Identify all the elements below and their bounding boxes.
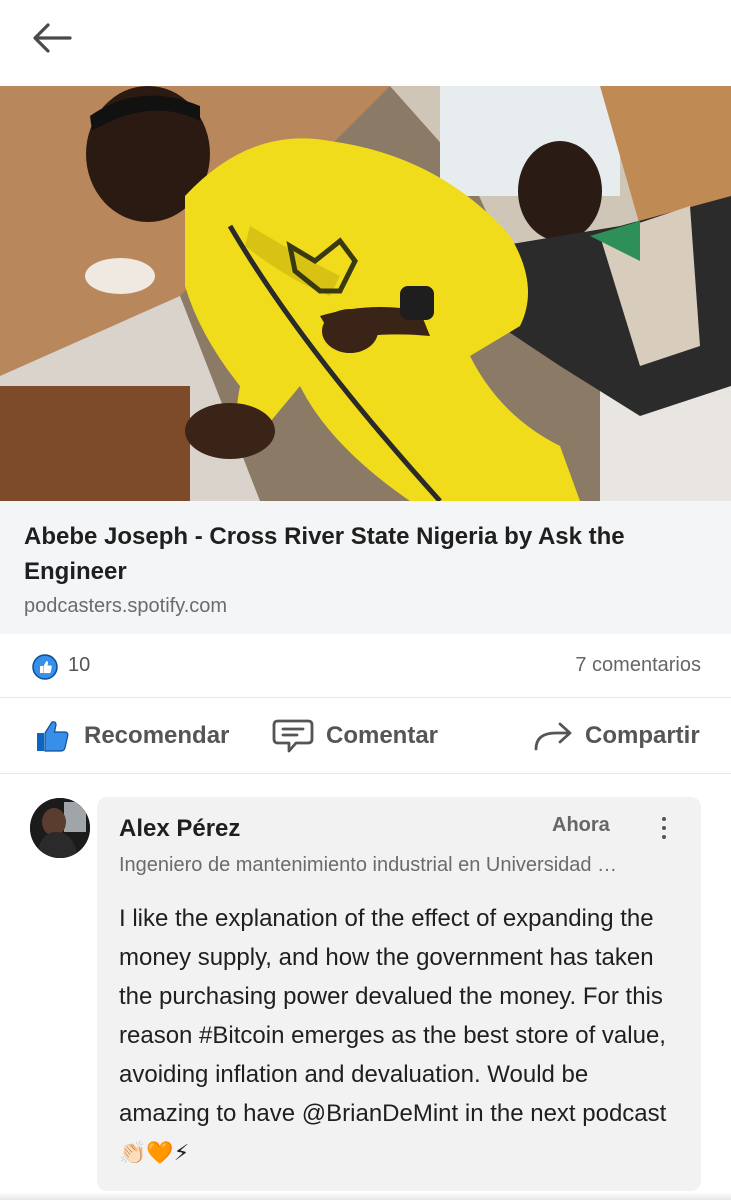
- link-preview-image[interactable]: [0, 86, 731, 501]
- top-bar: [0, 0, 731, 86]
- comment-label: Comentar: [326, 722, 439, 749]
- more-dot: [662, 835, 666, 839]
- speech-bubble-icon: [272, 719, 314, 753]
- comment-time: Ahora: [552, 814, 610, 836]
- comment-section: Alex Pérez Ahora Ingeniero de mantenimie…: [0, 774, 731, 1200]
- social-counts: 10 7 comentarios: [0, 634, 731, 698]
- back-button[interactable]: [26, 18, 78, 58]
- photo-illustration: [0, 86, 731, 501]
- comment-body: I like the explanation of the effect of …: [119, 905, 667, 1127]
- author-headline: Ingeniero de mantenimiento industrial en…: [119, 854, 618, 876]
- comment-button[interactable]: Comentar: [272, 716, 438, 756]
- link-domain: podcasters.spotify.com: [24, 595, 228, 617]
- thumbs-up-icon: [37, 721, 69, 752]
- avatar-photo: [30, 798, 90, 858]
- arrow-left-icon: [33, 23, 72, 53]
- more-dot: [662, 826, 666, 830]
- comment-text: I like the explanation of the effect of …: [119, 899, 685, 1173]
- share-arrow-icon: [534, 722, 572, 751]
- comment-count[interactable]: 7 comentarios: [575, 654, 701, 677]
- more-options-button[interactable]: [652, 811, 676, 845]
- recommend-button[interactable]: Recomendar: [34, 716, 229, 756]
- link-preview-card[interactable]: Abebe Joseph - Cross River State Nigeria…: [0, 86, 731, 634]
- comment-emojis: 👏🏻🧡⚡: [119, 1141, 190, 1166]
- share-button[interactable]: Compartir: [533, 716, 700, 756]
- avatar[interactable]: [30, 798, 90, 858]
- more-dot: [662, 817, 666, 821]
- share-label: Compartir: [585, 722, 700, 749]
- bottom-edge: [0, 1192, 731, 1200]
- like-count[interactable]: 10: [68, 654, 90, 677]
- thumbs-up-badge-icon: [32, 654, 58, 680]
- action-bar: Recomendar Comentar Compartir: [0, 698, 731, 774]
- comment-bubble: Alex Pérez Ahora Ingeniero de mantenimie…: [97, 797, 701, 1191]
- recommend-label: Recomendar: [84, 722, 230, 749]
- comment-author[interactable]: Alex Pérez: [119, 815, 240, 843]
- link-title[interactable]: Abebe Joseph - Cross River State Nigeria…: [24, 519, 707, 589]
- link-info[interactable]: Abebe Joseph - Cross River State Nigeria…: [0, 501, 731, 634]
